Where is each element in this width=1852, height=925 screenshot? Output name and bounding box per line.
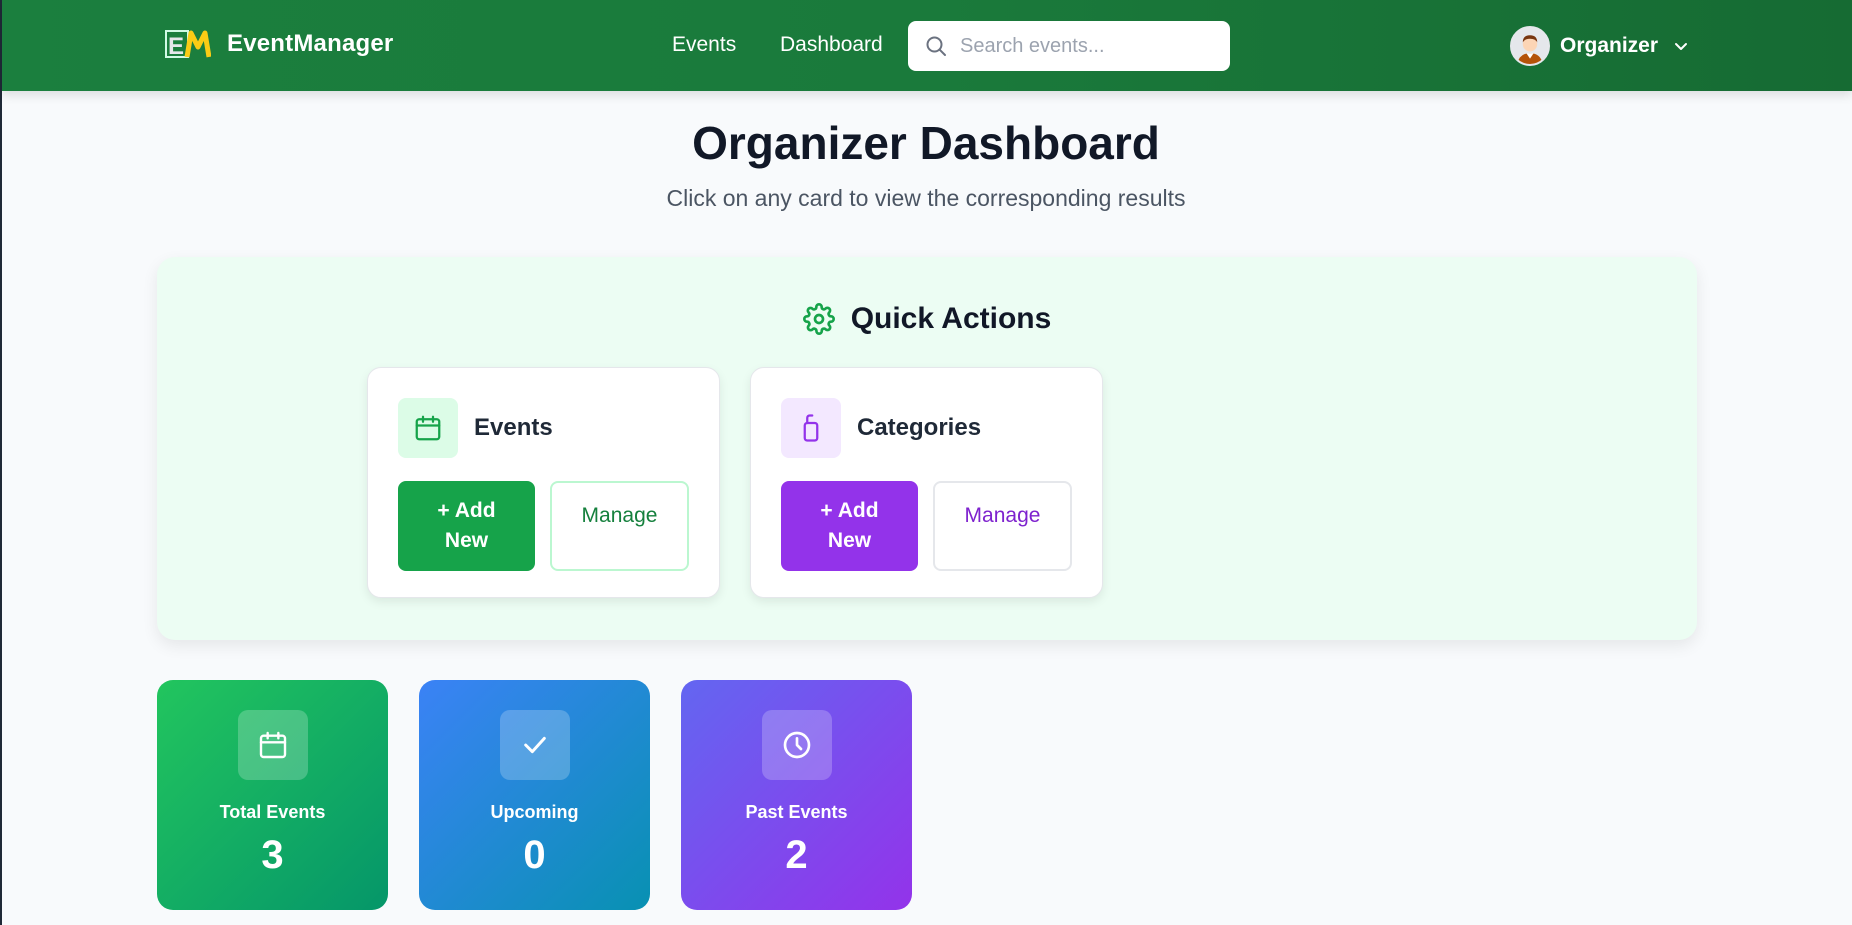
action-card-label: Events <box>474 414 553 441</box>
stat-card-total-events[interactable]: Total Events 3 <box>157 680 388 910</box>
avatar-icon <box>1512 28 1548 64</box>
action-card-icon-box <box>781 398 841 458</box>
stat-value: 3 <box>261 833 284 877</box>
stat-value: 2 <box>785 833 808 877</box>
avatar <box>1510 26 1550 66</box>
search-input[interactable] <box>960 34 1210 58</box>
brand-name: EventManager <box>227 30 394 57</box>
search-icon <box>926 36 946 56</box>
quick-actions-header: Quick Actions <box>157 302 1697 336</box>
em-logo-icon: E <box>165 30 211 59</box>
clock-icon <box>783 731 811 759</box>
action-card-events: Events + Add New Manage <box>367 367 720 598</box>
action-card-categories: Categories + Add New Manage <box>750 367 1103 598</box>
user-name: Organizer <box>1560 34 1659 57</box>
nav-link-events[interactable]: Events <box>672 33 736 57</box>
chevron-down-icon <box>1675 43 1688 50</box>
stat-card-past-events[interactable]: Past Events 2 <box>681 680 912 910</box>
action-card-icon-box <box>398 398 458 458</box>
action-card-header: Events <box>398 398 553 458</box>
stat-icon-box <box>500 710 570 780</box>
quick-actions-title: Quick Actions <box>850 302 1052 335</box>
quick-actions-panel: Quick Actions Events + Add New Manage Ca… <box>157 257 1697 640</box>
manage-categories-button[interactable]: Manage <box>933 481 1072 571</box>
gear-icon <box>802 303 835 335</box>
add-event-button[interactable]: + Add New <box>398 481 535 571</box>
top-navbar: E EventManager Events Dashboard Organize… <box>2 0 1852 91</box>
nav-link-dashboard[interactable]: Dashboard <box>780 33 883 57</box>
search-box <box>908 21 1230 71</box>
action-card-header: Categories <box>781 398 981 458</box>
user-menu[interactable]: Organizer <box>1510 26 1690 66</box>
stat-label: Past Events <box>745 802 848 822</box>
stat-card-upcoming[interactable]: Upcoming 0 <box>419 680 650 910</box>
page-title: Organizer Dashboard <box>692 117 1160 169</box>
stat-icon-box <box>238 710 308 780</box>
add-category-button[interactable]: + Add New <box>781 481 918 571</box>
check-icon <box>524 736 546 754</box>
brand[interactable]: E EventManager <box>165 29 393 59</box>
calendar-icon <box>259 731 287 759</box>
action-card-label: Categories <box>857 414 982 441</box>
svg-text:E: E <box>168 33 184 59</box>
manage-events-button[interactable]: Manage <box>550 481 689 571</box>
stat-label: Upcoming <box>490 802 579 822</box>
page-subtitle: Click on any card to view the correspond… <box>666 185 1186 211</box>
stat-icon-box <box>762 710 832 780</box>
stat-label: Total Events <box>219 802 326 822</box>
tag-icon <box>803 414 819 442</box>
calendar-icon <box>415 415 441 441</box>
stat-value: 0 <box>523 833 546 877</box>
